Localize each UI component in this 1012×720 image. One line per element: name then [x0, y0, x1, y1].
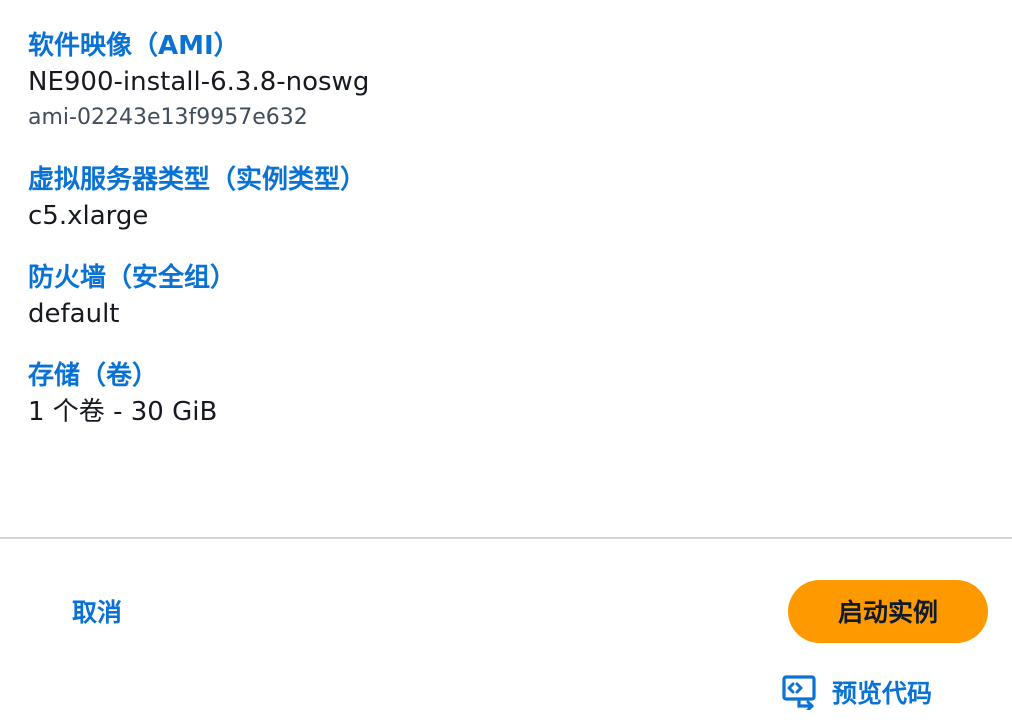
- preview-code-label: 预览代码: [832, 679, 933, 708]
- instance-type-section: 虚拟服务器类型（实例类型） c5.xlarge: [28, 162, 968, 234]
- storage-value: 1 个卷 - 30 GiB: [28, 397, 218, 427]
- firewall-value: default: [28, 299, 120, 329]
- launch-instance-button[interactable]: 启动实例: [788, 580, 988, 643]
- instance-summary: 软件映像（AMI） NE900-install-6.3.8-noswg ami-…: [28, 28, 968, 456]
- firewall-label-link[interactable]: 防火墙（安全组）: [28, 260, 968, 296]
- instance-type-label-link[interactable]: 虚拟服务器类型（实例类型）: [28, 162, 968, 198]
- firewall-section: 防火墙（安全组） default: [28, 260, 968, 332]
- ami-name: NE900-install-6.3.8-noswg: [28, 67, 370, 97]
- ami-section: 软件映像（AMI） NE900-install-6.3.8-noswg ami-…: [28, 28, 968, 136]
- code-preview-icon: [782, 674, 818, 710]
- storage-section: 存储（卷） 1 个卷 - 30 GiB: [28, 358, 968, 430]
- ami-id: ami-02243e13f9957e632: [28, 105, 308, 130]
- preview-code-link[interactable]: 预览代码: [782, 670, 932, 714]
- cancel-button[interactable]: 取消: [50, 588, 144, 638]
- instance-type-value: c5.xlarge: [28, 201, 149, 231]
- storage-label-link[interactable]: 存储（卷）: [28, 358, 968, 394]
- ami-label-link[interactable]: 软件映像（AMI）: [28, 28, 968, 64]
- footer-divider: [0, 537, 1012, 539]
